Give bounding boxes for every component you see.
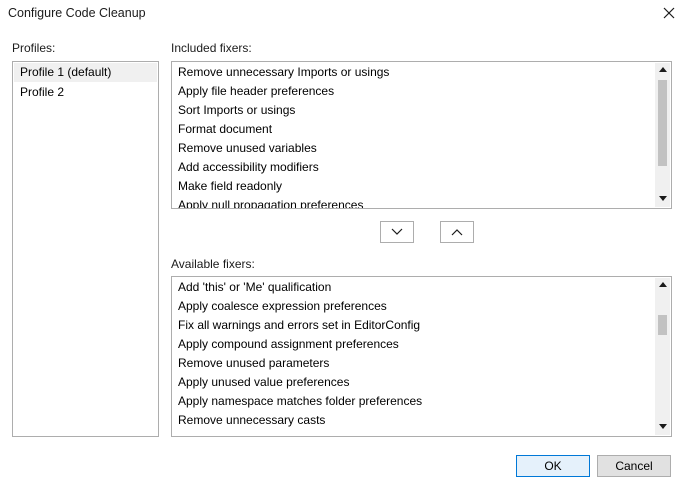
included-fixers-label: Included fixers:: [171, 41, 252, 55]
included-scrollbar[interactable]: [655, 63, 670, 207]
triangle-up-icon: [658, 67, 667, 72]
list-item[interactable]: Add accessibility modifiers: [172, 158, 654, 177]
scroll-up-button[interactable]: [655, 278, 670, 293]
included-fixers-rows: Remove unnecessary Imports or usings App…: [172, 62, 654, 208]
close-button[interactable]: [659, 3, 679, 23]
close-icon: [663, 7, 675, 19]
available-fixers-label: Available fixers:: [171, 257, 255, 271]
list-item[interactable]: Format document: [172, 120, 654, 139]
scroll-thumb[interactable]: [658, 80, 667, 166]
list-item[interactable]: Remove unnecessary casts: [172, 411, 654, 430]
triangle-down-icon: [658, 424, 667, 429]
list-item[interactable]: Apply namespace matches folder preferenc…: [172, 392, 654, 411]
ok-button[interactable]: OK: [516, 455, 590, 477]
window-title: Configure Code Cleanup: [8, 6, 146, 20]
list-item[interactable]: Make field readonly: [172, 177, 654, 196]
list-item[interactable]: Sort Imports or usings: [172, 101, 654, 120]
cancel-button[interactable]: Cancel: [597, 455, 671, 477]
triangle-down-icon: [658, 196, 667, 201]
included-fixers-list[interactable]: Remove unnecessary Imports or usings App…: [171, 61, 672, 209]
scroll-down-button[interactable]: [655, 420, 670, 435]
list-item[interactable]: Apply file header preferences: [172, 82, 654, 101]
scroll-down-button[interactable]: [655, 192, 670, 207]
available-scrollbar[interactable]: [655, 278, 670, 435]
profile-item-1[interactable]: Profile 1 (default): [14, 63, 157, 82]
list-item[interactable]: Fix all warnings and errors set in Edito…: [172, 316, 654, 335]
move-up-button[interactable]: [440, 221, 474, 243]
list-item[interactable]: Remove unused variables: [172, 139, 654, 158]
profiles-label: Profiles:: [12, 41, 56, 55]
list-item[interactable]: Remove unnecessary Imports or usings: [172, 63, 654, 82]
available-fixers-list[interactable]: Add 'this' or 'Me' qualification Apply c…: [171, 276, 672, 437]
chevron-up-icon: [451, 229, 463, 236]
scroll-up-button[interactable]: [655, 63, 670, 78]
profile-item-2[interactable]: Profile 2: [14, 83, 157, 102]
available-fixers-rows: Add 'this' or 'Me' qualification Apply c…: [172, 277, 654, 436]
chevron-down-icon: [391, 228, 403, 235]
triangle-up-icon: [658, 282, 667, 287]
list-item[interactable]: Apply compound assignment preferences: [172, 335, 654, 354]
list-item[interactable]: Apply coalesce expression preferences: [172, 297, 654, 316]
list-item[interactable]: Add 'this' or 'Me' qualification: [172, 278, 654, 297]
list-item[interactable]: Apply null propagation preferences: [172, 196, 654, 208]
scroll-thumb[interactable]: [658, 315, 667, 335]
list-item[interactable]: Apply unused value preferences: [172, 373, 654, 392]
profiles-list[interactable]: Profile 1 (default) Profile 2: [12, 61, 159, 437]
list-item[interactable]: Remove unused parameters: [172, 354, 654, 373]
move-down-button[interactable]: [380, 221, 414, 243]
